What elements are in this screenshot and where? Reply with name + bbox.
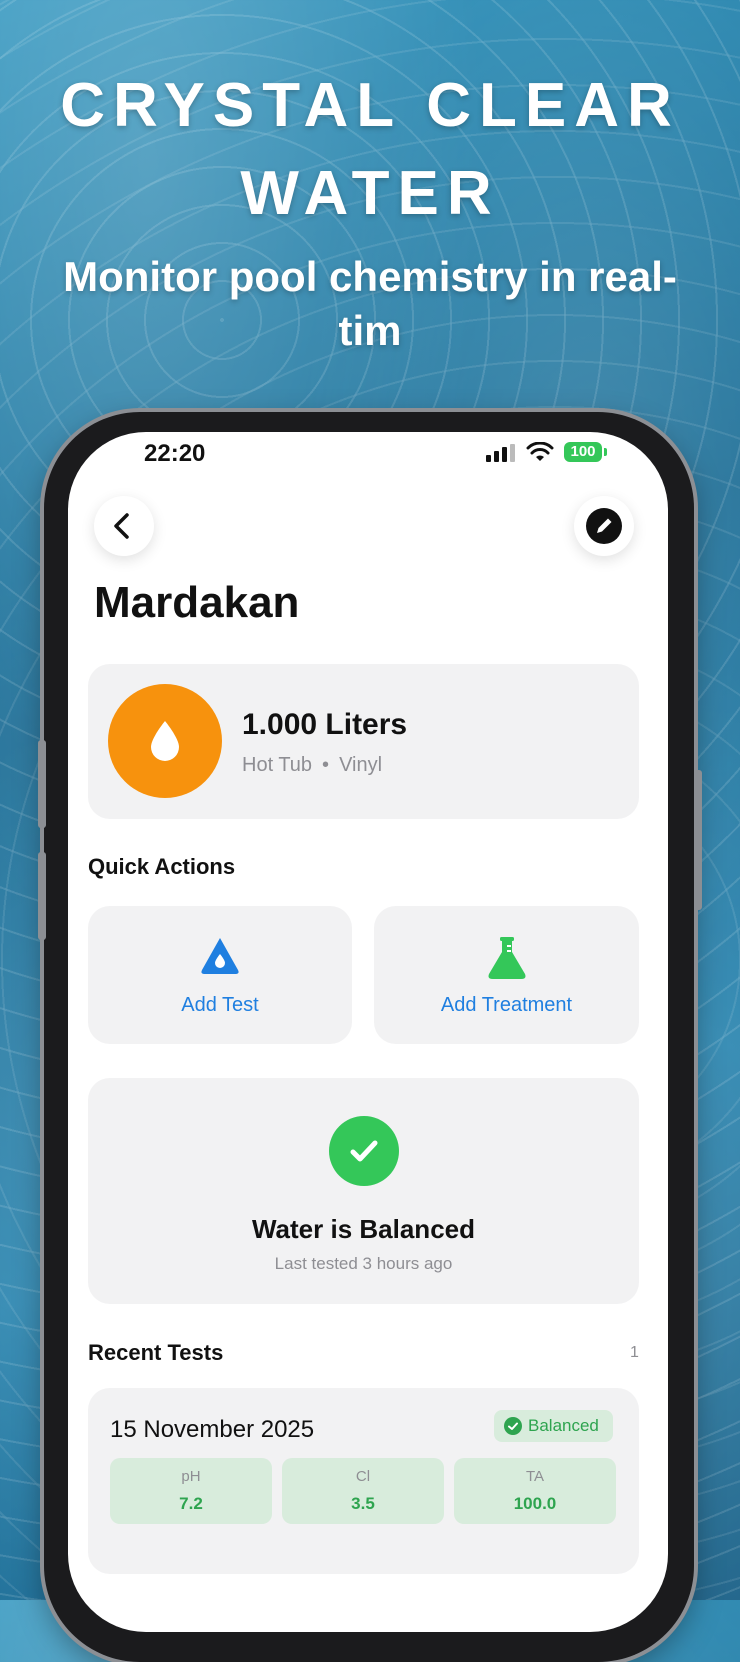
- balance-title: Water is Balanced: [251, 1214, 475, 1244]
- balance-subtitle: Last tested 3 hours ago: [274, 1254, 453, 1273]
- pool-name: Mardakan: [94, 578, 300, 627]
- pencil-icon: [586, 508, 622, 544]
- app-screen: 22:20 100 Mardakan 1.000 Liters Hot Tub …: [68, 432, 668, 1632]
- add-treatment-button[interactable]: Add Treatment: [374, 906, 639, 1044]
- phone-side-button: [38, 852, 46, 940]
- metric-ta: TA 100.0: [454, 1458, 616, 1524]
- check-circle-icon: [504, 1417, 522, 1435]
- metric-value: 3.5: [351, 1494, 375, 1513]
- recent-tests-count: 1: [630, 1344, 639, 1361]
- metric-key: pH: [181, 1468, 201, 1485]
- edit-button[interactable]: [574, 496, 634, 556]
- headline-subtitle: Monitor pool chemistry in real-tim: [63, 253, 677, 354]
- chevron-left-icon: [114, 513, 129, 539]
- balance-check: [329, 1116, 399, 1186]
- metric-ph: pH 7.2: [110, 1458, 272, 1524]
- test-card[interactable]: 15 November 2025 Balanced pH 7.2 Cl 3.5 …: [88, 1388, 639, 1574]
- status-badge: Balanced: [494, 1410, 613, 1442]
- metric-key: TA: [525, 1468, 545, 1485]
- headline-title: CRYSTAL CLEAR WATER: [60, 71, 680, 228]
- add-treatment-label: Add Treatment: [440, 994, 573, 1016]
- test-date: 15 November 2025: [110, 1416, 315, 1443]
- add-test-button[interactable]: Add Test: [88, 906, 352, 1044]
- metric-value: 100.0: [513, 1494, 557, 1513]
- pool-details: Hot Tub • Vinyl: [242, 754, 382, 777]
- battery-indicator: 100: [564, 442, 602, 462]
- status-time: 22:20: [144, 440, 206, 467]
- back-button[interactable]: [94, 496, 154, 556]
- checkmark-icon: [350, 1140, 378, 1162]
- pool-surface: Vinyl: [339, 754, 383, 776]
- balance-status-card: Water is Balanced Last tested 3 hours ag…: [88, 1078, 639, 1304]
- pool-volume: 1.000 Liters: [242, 708, 408, 741]
- water-drop-icon: [151, 721, 179, 761]
- add-test-label: Add Test: [181, 994, 259, 1016]
- status-badge-label: Balanced: [528, 1416, 599, 1435]
- pool-summary-card: 1.000 Liters Hot Tub • Vinyl: [88, 664, 639, 819]
- signal-icon: [486, 444, 515, 462]
- metric-key: Cl: [355, 1468, 371, 1485]
- pool-type: Hot Tub: [242, 754, 313, 776]
- phone-power-button: [694, 770, 702, 910]
- recent-tests-heading: Recent Tests: [88, 1340, 224, 1365]
- status-bar: 22:20 100: [68, 432, 668, 492]
- wifi-icon: [526, 442, 554, 461]
- battery-tip: [604, 448, 607, 456]
- phone-side-button: [38, 740, 46, 828]
- pool-avatar: [108, 684, 222, 798]
- meta-separator: •: [322, 754, 330, 776]
- metric-value: 7.2: [179, 1494, 203, 1513]
- water-drop-icon: [201, 938, 239, 974]
- flask-icon: [488, 937, 525, 979]
- metric-cl: Cl 3.5: [282, 1458, 444, 1524]
- quick-actions-heading: Quick Actions: [88, 854, 236, 879]
